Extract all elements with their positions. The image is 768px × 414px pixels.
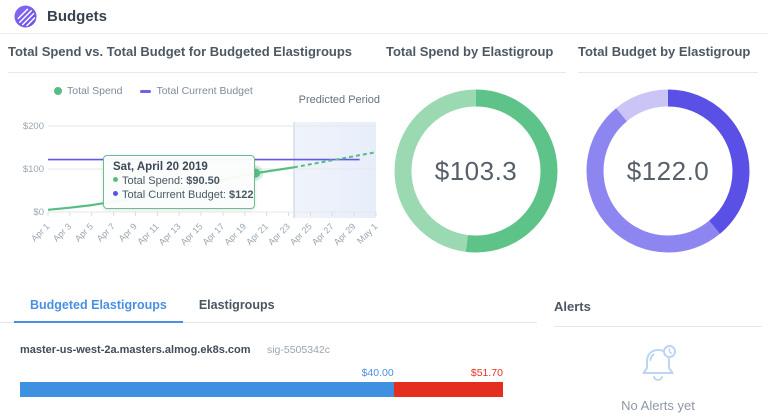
alerts-panel: Alerts No Alerts yet [537,291,768,413]
bell-icon [632,338,684,390]
x-tick-label: Apr 7 [95,221,117,243]
line-chart-title: Total Spend vs. Total Budget for Budgete… [8,34,386,73]
x-tick-label: Apr 21 [244,221,270,247]
spend-donut-value: $103.3 [394,89,558,253]
table-row: master-us-west-2a.masters.almog.ek8s.com… [0,340,537,397]
budget-progress-bar [20,382,503,397]
tab-bar: Budgeted Elastigroups Elastigroups [0,291,537,323]
x-tick-label: Apr 15 [179,221,205,247]
x-tick-label: May 1 [355,221,379,245]
x-tick-label: Apr 29 [332,221,358,247]
x-tick-label: Apr 19 [222,221,248,247]
y-tick-label: $0 [33,207,44,218]
tooltip-date: Sat, April 20 2019 [113,161,245,173]
x-tick-label: Apr 25 [288,221,314,247]
bottom-row: Budgeted Elastigroups Elastigroups maste… [0,291,768,413]
spend-vs-budget-panel: Total Spend vs. Total Budget for Budgete… [8,34,386,271]
bar-segment-overspend [394,382,503,397]
budget-amount-label: $40.00 [362,367,394,379]
legend-dash-icon [140,90,151,93]
elastigroup-sig: sig-5505342c [267,344,330,356]
alerts-title: Alerts [554,291,762,327]
x-tick-label: Apr 1 [29,221,51,243]
x-tick-label: Apr 11 [135,221,160,246]
tab-elastigroups[interactable]: Elastigroups [183,291,291,322]
predicted-region [294,122,376,218]
total-spend-panel: Total Spend by Elastigroup $103.3 [386,34,566,271]
elastigroup-name[interactable]: master-us-west-2a.masters.almog.ek8s.com [20,344,251,356]
spend-amount-label: $51.70 [471,367,503,379]
y-tick-label: $200 [23,121,44,132]
page-title: Budgets [47,8,107,25]
tab-budgeted-elastigroups[interactable]: Budgeted Elastigroups [14,291,183,323]
legend-item-total-current-budget[interactable]: Total Current Budget [140,85,252,97]
y-tick-label: $100 [23,164,44,175]
app-header: Budgets [0,0,768,34]
elastigroups-section: Budgeted Elastigroups Elastigroups maste… [0,291,537,413]
x-tick-label: Apr 13 [157,221,183,247]
spend-donut: $103.3 [394,89,558,258]
x-tick-label: Apr 27 [310,221,336,247]
bell-wrap [632,338,684,395]
tooltip-row: Total Current Budget: $122 [113,189,245,201]
legend-item-total-spend[interactable]: Total Spend [54,85,122,97]
x-tick-label: Apr 17 [201,221,227,247]
tooltip-row: Total Spend: $90.50 [113,175,245,187]
bar-segment-budget [20,382,394,397]
no-alerts-text: No Alerts yet [554,398,762,413]
tooltip-bullet-icon [113,177,118,182]
x-tick-label: Apr 5 [73,221,95,243]
tooltip-bullet-icon [113,191,118,196]
legend-label: Total Current Budget [156,85,252,97]
line-chart-area[interactable]: $0$100$200Apr 1Apr 3Apr 5Apr 7Apr 9Apr 1… [8,102,386,271]
x-tick-label: Apr 23 [266,221,292,247]
bar-label-budget-wrap: $40.00 [20,367,394,379]
legend-dot-icon [54,87,62,95]
main-row: Total Spend vs. Total Budget for Budgete… [0,34,768,271]
chart-tooltip: Sat, April 20 2019 Total Spend: $90.50To… [103,155,255,209]
x-tick-label: Apr 3 [51,221,73,243]
bar-label-spend-wrap: $51.70 [394,367,503,379]
spend-donut-title: Total Spend by Elastigroup [386,34,566,73]
legend-label: Total Spend [67,85,122,97]
budget-donut-value: $122.0 [586,89,750,253]
chart-tooltip-rows: Total Spend: $90.50 Total Current Budget:… [113,175,245,201]
spotinst-logo-icon [14,5,37,28]
budget-donut-title: Total Budget by Elastigroup [578,34,758,73]
budget-donut: $122.0 [586,89,750,258]
total-budget-panel: Total Budget by Elastigroup $122.0 [578,34,758,271]
bar-labels: $40.00 $51.70 [20,367,503,379]
